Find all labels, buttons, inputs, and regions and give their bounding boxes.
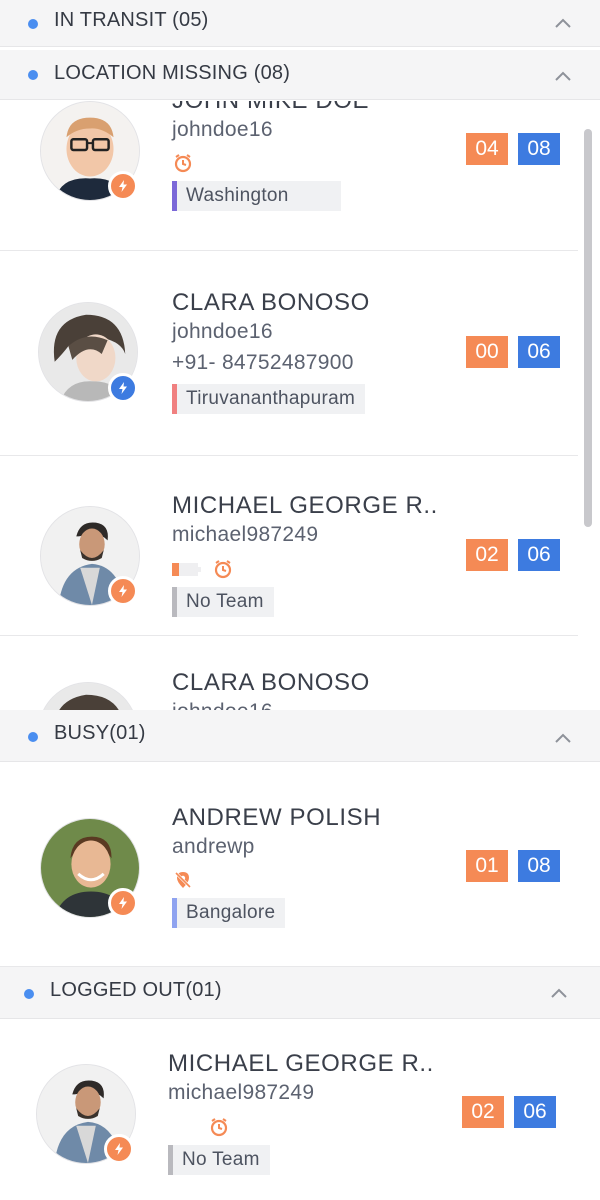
count-total: 08 xyxy=(518,850,560,882)
section-header-busy[interactable]: BUSY(01) xyxy=(0,710,600,762)
count-total: 06 xyxy=(514,1096,556,1128)
list-item[interactable]: MICHAEL GEORGE R.. michael987249 No Team… xyxy=(0,1019,600,1200)
user-name: MICHAEL GEORGE R.. xyxy=(172,492,438,519)
status-dot xyxy=(28,19,38,29)
scrollbar[interactable] xyxy=(584,129,592,527)
user-username: johndoe16 xyxy=(172,320,273,343)
chevron-up-icon[interactable] xyxy=(554,15,572,33)
user-username: michael987249 xyxy=(168,1081,315,1104)
user-name: MICHAEL GEORGE R.. xyxy=(168,1050,434,1077)
lightning-icon xyxy=(119,585,127,597)
location-off-icon xyxy=(174,871,192,889)
count-pending: 04 xyxy=(466,133,508,165)
status-dot xyxy=(24,989,34,999)
lightning-icon xyxy=(119,180,127,192)
user-name: CLARA BONOSO xyxy=(172,289,370,316)
team-tag: No Team xyxy=(172,587,274,617)
lightning-icon xyxy=(119,382,127,394)
section-title: LOGGED OUT(01) xyxy=(50,979,222,1001)
avatar xyxy=(38,682,138,710)
section-header-logged-out[interactable]: LOGGED OUT(01) xyxy=(0,967,600,1019)
user-name: JOHN MIKE DOE xyxy=(172,101,369,115)
activity-badge xyxy=(108,171,138,201)
activity-badge xyxy=(108,576,138,606)
lightning-icon xyxy=(119,897,127,909)
team-tag: Washington xyxy=(172,181,341,211)
list-item[interactable]: MICHAEL GEORGE R.. michael987249 No Team… xyxy=(0,456,578,636)
activity-badge xyxy=(104,1134,134,1164)
section-title: LOCATION MISSING (08) xyxy=(54,62,291,84)
user-name: ANDREW POLISH xyxy=(172,804,382,831)
location-missing-list[interactable]: JOHN MIKE DOE johndoe16 Washington 04 08… xyxy=(0,101,600,710)
count-pending: 00 xyxy=(466,336,508,368)
alarm-clock-icon xyxy=(174,154,192,173)
list-item[interactable]: CLARA BONOSO johndoe16 +91- 84752487900 … xyxy=(0,251,578,456)
user-username: andrewp xyxy=(172,835,255,858)
count-total: 08 xyxy=(518,133,560,165)
section-header-in-transit[interactable]: IN TRANSIT (05) xyxy=(0,0,600,47)
section-title: BUSY(01) xyxy=(54,722,146,744)
list-item[interactable]: ANDREW POLISH andrewp Bangalore 01 08 xyxy=(0,762,600,967)
team-tag: No Team xyxy=(168,1145,270,1175)
user-username: johndoe16 xyxy=(172,700,273,710)
list-item[interactable]: JOHN MIKE DOE johndoe16 Washington 04 08 xyxy=(0,101,578,251)
user-username: johndoe16 xyxy=(172,118,273,141)
user-name: CLARA BONOSO xyxy=(172,669,370,696)
status-dot xyxy=(28,70,38,80)
activity-badge xyxy=(108,373,138,403)
alarm-clock-icon xyxy=(214,560,232,579)
chevron-up-icon[interactable] xyxy=(550,985,568,1003)
list-item[interactable]: CLARA BONOSO johndoe16 xyxy=(0,636,578,710)
user-username: michael987249 xyxy=(172,523,319,546)
count-pending: 01 xyxy=(466,850,508,882)
section-title: IN TRANSIT (05) xyxy=(54,9,209,31)
count-total: 06 xyxy=(518,539,560,571)
team-tag: Tiruvananthapuram xyxy=(172,384,366,414)
activity-badge xyxy=(108,888,138,918)
alarm-clock-icon xyxy=(210,1118,228,1137)
user-phone[interactable]: +91- 84752487900 xyxy=(172,351,354,375)
count-pending: 02 xyxy=(462,1096,504,1128)
chevron-up-icon[interactable] xyxy=(554,68,572,86)
section-header-location-missing[interactable]: LOCATION MISSING (08) xyxy=(0,50,600,100)
lightning-icon xyxy=(115,1143,123,1155)
chevron-up-icon[interactable] xyxy=(554,730,572,748)
count-pending: 02 xyxy=(466,539,508,571)
count-total: 06 xyxy=(518,336,560,368)
battery-low-icon xyxy=(172,563,201,576)
team-tag: Bangalore xyxy=(172,898,286,928)
status-dot xyxy=(28,732,38,742)
